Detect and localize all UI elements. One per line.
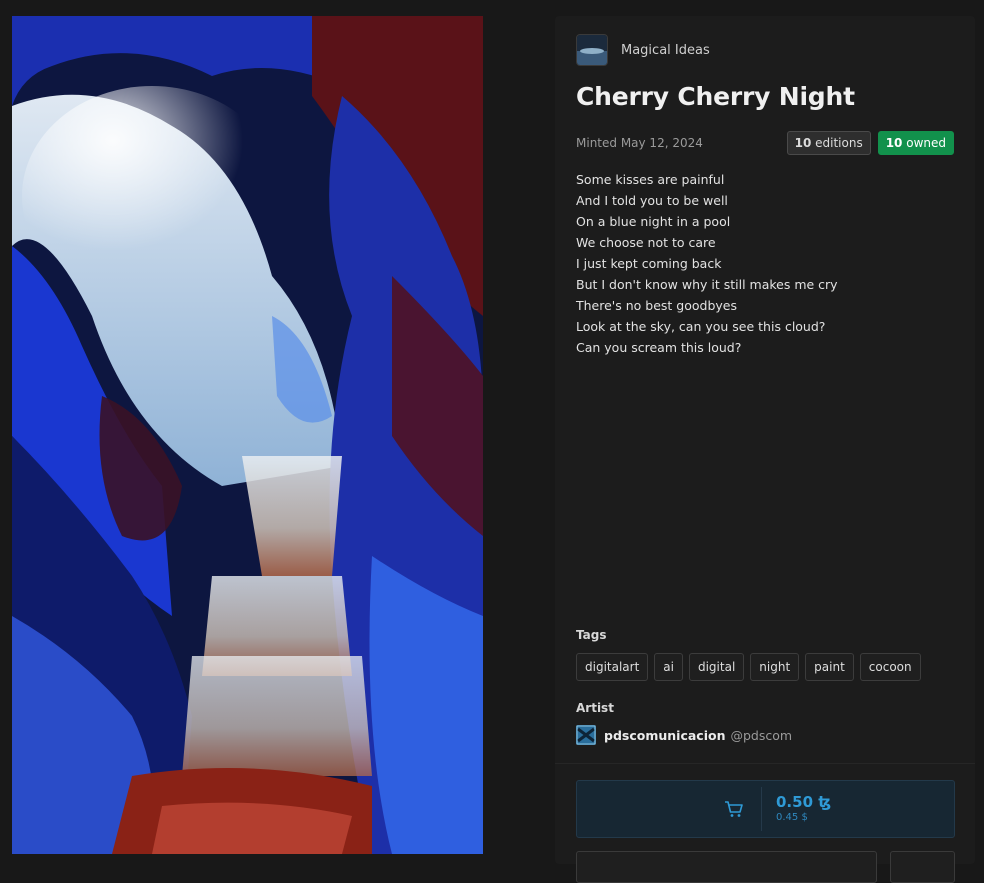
description-line: Look at the sky, can you see this cloud? — [576, 319, 826, 334]
description-line: And I told you to be well — [576, 193, 728, 208]
description-line: There's no best goodbyes — [576, 298, 737, 313]
description-line: I just kept coming back — [576, 256, 722, 271]
editions-badge: 10 editions — [786, 131, 871, 155]
description-line: Some kisses are painful — [576, 172, 725, 187]
tag-digitalart[interactable]: digitalart — [576, 653, 649, 681]
tag-cocoon[interactable]: cocoon — [859, 653, 921, 681]
cart-icon — [717, 800, 751, 818]
owned-label: owned — [906, 136, 946, 150]
artist-name[interactable]: pdscomunicacion — [604, 728, 725, 743]
artwork-painting — [12, 16, 483, 854]
price-tez: 0.50 ꜩ — [776, 793, 832, 811]
minted-date: Minted May 12, 2024 — [576, 136, 703, 150]
tag-paint[interactable]: paint — [805, 653, 854, 681]
price-usd: 0.45 $ — [776, 812, 808, 823]
tag-night[interactable]: night — [750, 653, 800, 681]
artist-avatar-image — [576, 725, 596, 745]
button-separator — [761, 787, 762, 831]
artist-handle: @pdscom — [730, 727, 793, 743]
collection-thumbnail-image — [577, 35, 607, 65]
price-block: 0.50 ꜩ 0.45 $ — [776, 793, 831, 825]
artist-heading: Artist — [576, 701, 614, 715]
artwork-image[interactable] — [12, 16, 483, 854]
tag-digital[interactable]: digital — [688, 653, 745, 681]
description-line: Can you scream this loud? — [576, 340, 742, 355]
more-options-button[interactable] — [890, 851, 955, 883]
tags-heading: Tags — [576, 628, 607, 642]
description-line: On a blue night in a pool — [576, 214, 731, 229]
collect-button[interactable]: 0.50 ꜩ 0.45 $ — [576, 780, 955, 838]
collection-thumbnail — [576, 34, 608, 66]
section-divider — [555, 763, 975, 764]
editions-label: editions — [815, 136, 863, 150]
tag-ai[interactable]: ai — [654, 653, 683, 681]
collection-link[interactable]: Magical Ideas — [576, 34, 710, 66]
details-panel: Magical Ideas Cherry Cherry Night Minted… — [555, 16, 975, 883]
editions-count: 10 — [794, 136, 812, 150]
collection-name[interactable]: Magical Ideas — [621, 43, 710, 58]
secondary-action-button[interactable] — [576, 851, 877, 883]
token-description: Some kisses are painful And I told you t… — [576, 169, 956, 358]
token-title: Cherry Cherry Night — [576, 82, 855, 111]
description-line: We choose not to care — [576, 235, 716, 250]
badge-group: 10 editions 10 owned — [786, 131, 954, 155]
artist-avatar — [576, 725, 596, 745]
owned-count: 10 — [885, 136, 903, 150]
tag-list: digitalart ai digital night paint cocoon — [576, 653, 921, 681]
owned-badge: 10 owned — [877, 131, 954, 155]
artist-link[interactable]: pdscomunicacion @pdscom — [576, 725, 792, 745]
description-line: But I don't know why it still makes me c… — [576, 277, 838, 292]
